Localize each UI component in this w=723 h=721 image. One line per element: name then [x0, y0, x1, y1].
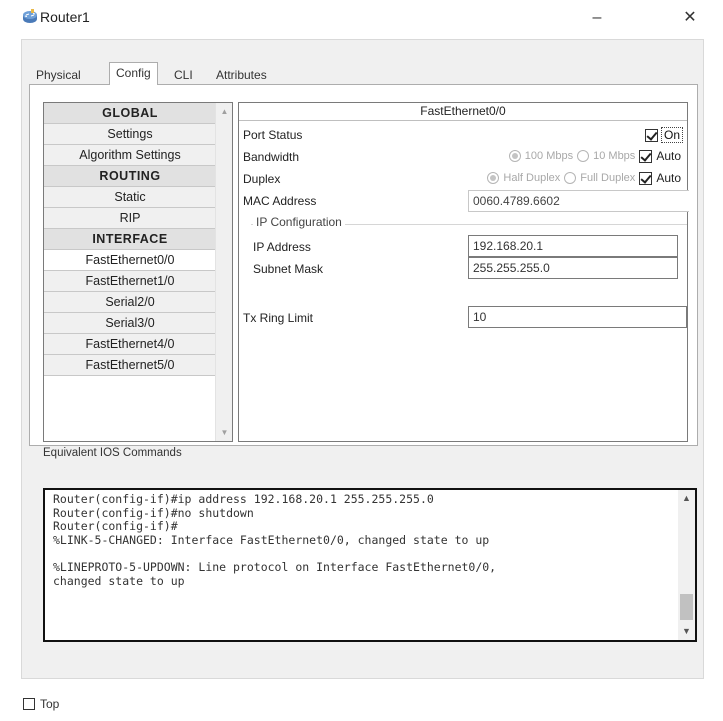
ios-line [53, 547, 683, 561]
title-bar: Router1 – ✕ [0, 0, 723, 36]
interface-config-panel: FastEthernet0/0 Port Status On Bandwidth… [238, 102, 689, 442]
top-label: Top [40, 697, 60, 711]
bandwidth-auto-checkbox[interactable] [639, 149, 653, 163]
port-status-on-label: On [660, 127, 683, 143]
duplex-control: Half Duplex Full Duplex Auto [487, 171, 681, 185]
nav-item[interactable]: FastEthernet0/0 [44, 250, 216, 271]
tx-ring-limit-label: Tx Ring Limit [243, 311, 314, 325]
ios-command-lines: Router(config-if)#ip address 192.168.20.… [53, 492, 683, 588]
nav-item[interactable]: FastEthernet1/0 [44, 271, 216, 292]
nav-section-header: GLOBAL [44, 103, 216, 124]
window-title: Router1 [40, 9, 90, 25]
nav-item[interactable]: FastEthernet4/0 [44, 334, 216, 355]
tab-attributes[interactable]: Attributes [209, 64, 274, 84]
nav-item[interactable]: Settings [44, 124, 216, 145]
top-option[interactable]: Top [23, 697, 59, 711]
mac-address-field[interactable]: 0060.4789.6602 [468, 190, 689, 212]
nav-scrollbar[interactable]: ▲ ▼ [215, 103, 232, 441]
nav-items: GLOBAL Settings Algorithm Settings ROUTING S… [44, 103, 216, 376]
minimize-button[interactable]: – [582, 6, 612, 30]
close-button[interactable]: ✕ [675, 6, 705, 30]
ios-scrollbar[interactable]: ▲ ▼ [678, 490, 695, 640]
duplex-full-label: Full Duplex [580, 172, 636, 184]
ios-line: changed state to up [53, 573, 185, 588]
ios-scroll-thumb[interactable] [680, 594, 693, 620]
duplex-auto-checkbox[interactable] [639, 171, 653, 185]
bandwidth-10-radio[interactable] [577, 150, 590, 162]
duplex-half-radio[interactable] [487, 172, 500, 184]
scroll-down-icon[interactable]: ▼ [678, 623, 695, 640]
window-client: Physical Config CLI Attributes GLOBAL Set… [21, 39, 704, 679]
nav-item[interactable]: FastEthernet5/0 [44, 355, 216, 376]
tx-ring-limit-input[interactable]: 10 [468, 306, 687, 328]
config-tab-panel: GLOBAL Settings Algorithm Settings ROUTING S… [29, 84, 698, 446]
top-checkbox[interactable] [23, 698, 35, 710]
duplex-full-radio[interactable] [564, 172, 577, 184]
nav-item[interactable]: Algorithm Settings [44, 145, 216, 166]
bandwidth-auto-label: Auto [656, 149, 681, 163]
ios-commands-label: Equivalent IOS Commands [43, 447, 182, 459]
nav-item[interactable]: Serial3/0 [44, 313, 216, 334]
ios-line: Router(config-if)# [53, 519, 178, 534]
router-icon [23, 9, 37, 23]
port-status-label: Port Status [243, 128, 303, 142]
duplex-half-label: Half Duplex [503, 172, 561, 184]
nav-section-header: ROUTING [44, 166, 216, 187]
port-status-checkbox[interactable] [644, 128, 658, 142]
scroll-up-icon[interactable]: ▲ [678, 490, 695, 507]
ip-configuration-legend: IP Configuration [253, 215, 345, 229]
scroll-up-icon[interactable]: ▲ [216, 103, 232, 120]
nav-item[interactable]: RIP [44, 208, 216, 229]
ios-line: Router(config-if)#no shutdown [53, 505, 254, 520]
subnet-mask-input[interactable]: 255.255.255.0 [468, 257, 678, 279]
tab-config[interactable]: Config [109, 62, 158, 85]
scroll-down-icon[interactable]: ▼ [216, 424, 232, 441]
bandwidth-control: 100 Mbps 10 Mbps Auto [508, 149, 681, 163]
interface-title: FastEthernet0/0 [239, 103, 687, 121]
subnet-mask-label: Subnet Mask [253, 262, 324, 276]
tab-physical[interactable]: Physical [29, 64, 88, 84]
bandwidth-10-label: 10 Mbps [593, 150, 636, 162]
mac-address-label: MAC Address [243, 194, 317, 208]
duplex-label: Duplex [243, 172, 281, 186]
config-nav-list: GLOBAL Settings Algorithm Settings ROUTING S… [43, 102, 233, 442]
bandwidth-label: Bandwidth [243, 150, 300, 164]
bandwidth-100-radio[interactable] [508, 150, 521, 162]
port-status-control: On [644, 127, 683, 143]
nav-item[interactable]: Static [44, 187, 216, 208]
ios-line: %LINK-5-CHANGED: Interface FastEthernet0… [53, 532, 490, 547]
ios-commands-console[interactable]: Router(config-if)#ip address 192.168.20.… [43, 488, 697, 642]
duplex-auto-label: Auto [656, 171, 681, 185]
ios-line: %LINEPROTO-5-UPDOWN: Line protocol on In… [53, 559, 497, 574]
bandwidth-100-label: 100 Mbps [524, 150, 574, 162]
ip-address-label: IP Address [253, 240, 311, 254]
nav-section-header: INTERFACE [44, 229, 216, 250]
ip-address-input[interactable]: 192.168.20.1 [468, 235, 678, 257]
ios-line: Router(config-if)#ip address 192.168.20.… [53, 492, 434, 506]
nav-item[interactable]: Serial2/0 [44, 292, 216, 313]
tab-cli[interactable]: CLI [167, 64, 200, 84]
